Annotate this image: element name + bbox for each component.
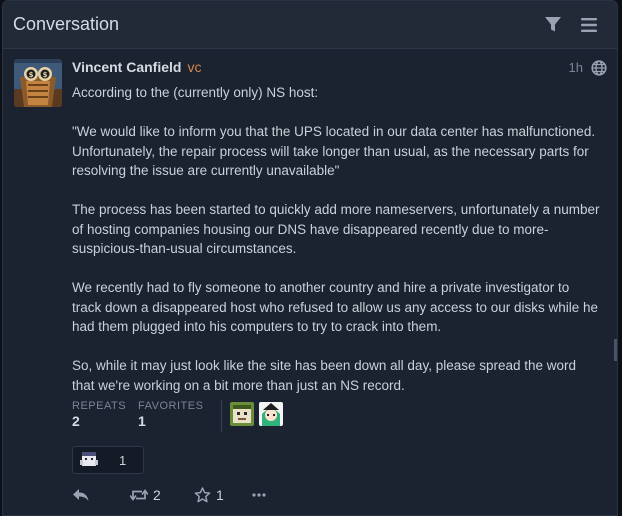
- svg-text:$: $: [29, 71, 34, 79]
- favorites-count: 1: [138, 413, 146, 429]
- svg-text:$: $: [43, 71, 48, 79]
- menu-button[interactable]: [571, 7, 607, 43]
- favorited-by-avatars: [230, 400, 284, 436]
- repeat-button[interactable]: 2: [130, 487, 194, 503]
- status-post: $ $ Vincent Canfield vc 1h According to …: [3, 49, 617, 512]
- panel-title: Conversation: [13, 14, 120, 34]
- reply-icon: [73, 489, 89, 501]
- mini-avatar[interactable]: [230, 402, 255, 426]
- repeats-stat[interactable]: REPEATS 2: [72, 400, 126, 436]
- status-paragraph: The process has been started to quickly …: [72, 202, 600, 256]
- favorites-stat[interactable]: FAVORITES 1: [138, 400, 203, 436]
- status-paragraph: We recently had to fly someone to anothe…: [72, 280, 599, 334]
- reaction-count: 1: [119, 452, 127, 468]
- emoji-reactions: 1: [72, 446, 607, 474]
- status-text: According to the (currently only) NS hos…: [72, 81, 607, 395]
- ellipsis-icon: [252, 493, 266, 497]
- status-paragraph: So, while it may just look like the site…: [72, 358, 577, 393]
- filter-button[interactable]: [535, 7, 571, 43]
- timeago[interactable]: 1h: [569, 60, 583, 75]
- conversation-panel: Conversation $ $ Vincent Canfield vc 1h …: [2, 0, 618, 516]
- menu-icon: [581, 17, 597, 32]
- reply-button[interactable]: [72, 488, 130, 502]
- heading-meta: 1h: [569, 59, 607, 76]
- globe-icon[interactable]: [591, 59, 607, 76]
- status-actions: 2 1: [72, 478, 607, 512]
- panel-header: Conversation: [3, 1, 617, 49]
- filter-icon: [545, 17, 561, 32]
- repeat-count: 2: [153, 487, 161, 503]
- custom-emoji-icon: [79, 450, 99, 470]
- scrollbar[interactable]: [614, 339, 617, 361]
- author-handle[interactable]: vc: [187, 59, 201, 75]
- star-icon: [194, 487, 211, 503]
- repeats-count: 2: [72, 413, 80, 429]
- favorite-button[interactable]: 1: [194, 487, 252, 503]
- favorite-count: 1: [216, 487, 224, 503]
- stats-divider: [221, 400, 223, 432]
- repeats-label: REPEATS: [72, 400, 127, 412]
- emoji-reaction[interactable]: 1: [72, 446, 144, 474]
- status-content: Vincent Canfield vc 1h According to the …: [72, 59, 607, 512]
- more-button[interactable]: [252, 493, 266, 497]
- status-paragraph: According to the (currently only) NS hos…: [72, 85, 319, 100]
- avatar[interactable]: $ $: [14, 59, 62, 107]
- status-paragraph: "We would like to inform you that the UP…: [72, 124, 596, 178]
- mini-avatar[interactable]: [259, 402, 284, 426]
- retweet-icon: [130, 489, 148, 501]
- status-stats: REPEATS 2 FAVORITES 1: [72, 400, 607, 436]
- author-name[interactable]: Vincent Canfield: [72, 59, 181, 75]
- status-heading: Vincent Canfield vc 1h: [72, 59, 607, 81]
- favorites-label: FAVORITES: [138, 400, 204, 412]
